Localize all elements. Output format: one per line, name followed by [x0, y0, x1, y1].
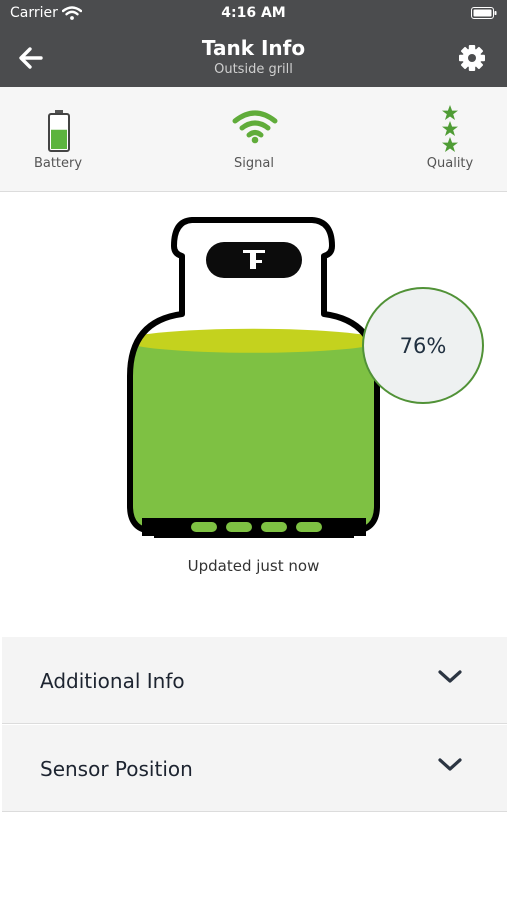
sensor-position-label: Sensor Position — [40, 757, 193, 781]
quality-label: Quality — [426, 156, 474, 171]
page-subtitle: Outside grill — [214, 62, 293, 77]
chevron-down-icon[interactable] — [437, 755, 463, 775]
battery-indicator: Battery — [8, 87, 108, 191]
signal-label: Signal — [234, 156, 274, 171]
battery-icon — [48, 110, 70, 152]
page-title: Tank Info — [201, 36, 306, 60]
status-indicators: Battery Signal Quality — [0, 87, 507, 192]
star-icon — [442, 105, 458, 152]
status-bar: Carrier 4:16 AM — [0, 0, 507, 27]
wifi-icon — [232, 110, 278, 144]
tank-panel: 76% Updated just now — [0, 192, 507, 592]
gear-icon[interactable] — [457, 43, 487, 73]
battery-status-icon — [471, 7, 497, 19]
signal-indicator: Signal — [204, 87, 304, 191]
tank-level-text: 76% — [399, 333, 447, 358]
additional-info-label: Additional Info — [40, 669, 185, 693]
status-time: 4:16 AM — [221, 5, 286, 21]
tank-level-badge: 76% — [362, 287, 484, 404]
battery-label: Battery — [33, 156, 83, 171]
quality-indicator: Quality — [400, 87, 500, 191]
sensor-position-section[interactable]: Sensor Position — [2, 725, 507, 812]
updated-timestamp: Updated just now — [187, 557, 320, 575]
propane-tank-icon — [127, 217, 380, 538]
chevron-down-icon[interactable] — [437, 667, 463, 687]
nav-bar: Tank Info Outside grill — [0, 27, 507, 87]
additional-info-section[interactable]: Additional Info — [2, 637, 507, 724]
